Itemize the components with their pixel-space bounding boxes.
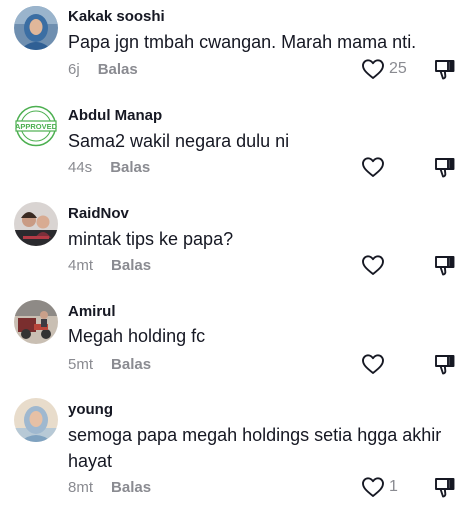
thumbs-down-icon (435, 158, 455, 178)
timestamp: 8mt (68, 479, 94, 496)
username[interactable]: RaidNov (68, 205, 129, 223)
dislike-button[interactable] (434, 476, 456, 498)
dislike-button[interactable] (434, 353, 456, 375)
approved-stamp-avatar-icon: APPROVED (14, 104, 58, 148)
avatar[interactable]: APPROVED (14, 104, 58, 148)
like-button[interactable] (361, 155, 389, 179)
thumbs-down-icon (435, 478, 455, 498)
people-photo-avatar-icon (14, 202, 58, 246)
username[interactable]: Abdul Manap (68, 107, 162, 125)
comment-meta: 6j Balas (68, 61, 138, 79)
comment-text: Megah holding fc (68, 326, 206, 346)
timestamp: 6j (68, 61, 80, 78)
thumbs-down-icon (435, 355, 455, 375)
avatar[interactable] (14, 398, 58, 442)
comment-meta: 4mt Balas (68, 257, 151, 275)
comment-text: mintak tips ke papa? (68, 229, 234, 249)
reply-button[interactable]: Balas (111, 356, 151, 373)
comment-meta: 5mt Balas (68, 356, 151, 374)
svg-text:APPROVED: APPROVED (15, 122, 58, 131)
heart-icon (362, 59, 384, 79)
reply-button[interactable]: Balas (98, 61, 138, 78)
comment-meta: 44s Balas (68, 159, 150, 177)
motorbike-photo-avatar-icon (14, 300, 58, 344)
username[interactable]: young (68, 401, 113, 419)
comment-item: APPROVED Abdul Manap Sama2 wakil negara … (0, 96, 474, 194)
like-button[interactable]: 1 (361, 475, 398, 499)
comment-text: Papa jgn tmbah cwangan. Marah mama nti. (68, 32, 417, 52)
reply-button[interactable]: Balas (111, 479, 151, 496)
comment-item: Kakak sooshi Papa jgn tmbah cwangan. Mar… (0, 0, 474, 96)
comment-text: semoga papa megah holdings setia hgga ak… (68, 425, 442, 471)
heart-icon (362, 354, 384, 374)
avatar[interactable] (14, 300, 58, 344)
comment-item: Amirul Megah holding fc 5mt Balas (0, 292, 474, 390)
like-button[interactable]: 25 (361, 57, 407, 81)
username[interactable]: Kakak sooshi (68, 8, 165, 26)
reply-button[interactable]: Balas (111, 257, 151, 274)
heart-icon (362, 157, 384, 177)
like-count: 25 (389, 60, 407, 77)
timestamp: 5mt (68, 356, 94, 373)
comment-meta: 8mt Balas (68, 479, 151, 497)
timestamp: 4mt (68, 257, 94, 274)
dislike-button[interactable] (434, 254, 456, 276)
timestamp: 44s (68, 159, 93, 176)
woman-hijab-avatar-icon (14, 398, 58, 442)
comment-text: Sama2 wakil negara dulu ni (68, 131, 290, 151)
comment-item: young semoga papa megah holdings setia h… (0, 390, 474, 505)
heart-icon (362, 255, 384, 275)
reply-button[interactable]: Balas (110, 159, 150, 176)
avatar[interactable] (14, 6, 58, 50)
woman-hijab-avatar-icon (14, 6, 58, 50)
thumbs-down-icon (435, 256, 455, 276)
like-button[interactable] (361, 253, 389, 277)
thumbs-down-icon (435, 60, 455, 80)
like-count: 1 (389, 478, 398, 495)
avatar[interactable] (14, 202, 58, 246)
comment-list: Kakak sooshi Papa jgn tmbah cwangan. Mar… (0, 0, 474, 505)
username[interactable]: Amirul (68, 303, 116, 321)
dislike-button[interactable] (434, 156, 456, 178)
dislike-button[interactable] (434, 58, 456, 80)
comment-item: RaidNov mintak tips ke papa? 4mt Balas (0, 194, 474, 292)
heart-icon (362, 477, 384, 497)
like-button[interactable] (361, 352, 389, 376)
